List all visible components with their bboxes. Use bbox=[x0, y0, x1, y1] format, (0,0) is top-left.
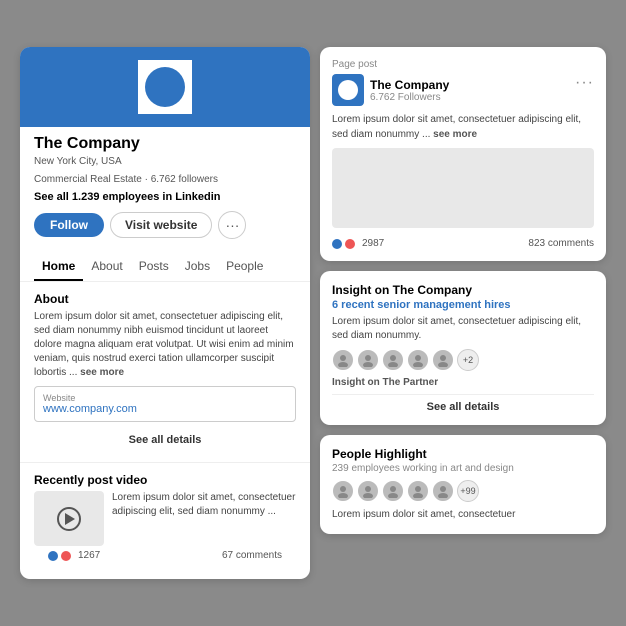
post-reaction-count: 2987 bbox=[362, 238, 384, 249]
right-cards: Page post The Company 6.762 Followers ··… bbox=[320, 47, 606, 579]
website-box: Website www.company.com bbox=[34, 386, 296, 422]
see-all-details-insight[interactable]: See all details bbox=[332, 394, 594, 413]
play-icon bbox=[65, 513, 75, 525]
people-highlight-text: Lorem ipsum dolor sit amet, consectetuer bbox=[332, 508, 594, 522]
tab-home[interactable]: Home bbox=[34, 253, 83, 281]
reaction-blue-dot bbox=[48, 551, 58, 561]
people-highlight-card: People Highlight 239 employees working i… bbox=[320, 435, 606, 534]
avatar-2 bbox=[357, 349, 379, 371]
video-comments-count: 67 comments bbox=[222, 550, 282, 561]
avatar-5 bbox=[432, 349, 454, 371]
people-avatar-row: +99 bbox=[332, 480, 594, 502]
avatar-3 bbox=[382, 349, 404, 371]
play-button[interactable] bbox=[57, 507, 81, 531]
nav-tabs: Home About Posts Jobs People bbox=[20, 253, 310, 282]
people-avatar-1 bbox=[332, 480, 354, 502]
company-name: The Company bbox=[34, 135, 296, 153]
post-text: Lorem ipsum dolor sit amet, consectetuer… bbox=[332, 112, 594, 142]
post-see-more[interactable]: see more bbox=[433, 129, 477, 140]
insight-text: Lorem ipsum dolor sit amet, consectetuer… bbox=[332, 315, 594, 343]
tab-people[interactable]: People bbox=[218, 253, 271, 281]
post-reaction-red bbox=[345, 239, 355, 249]
video-reaction-count: 1267 bbox=[78, 550, 100, 561]
tab-posts[interactable]: Posts bbox=[131, 253, 177, 281]
post-company-logo bbox=[332, 74, 364, 106]
reaction-row: 1267 bbox=[48, 550, 100, 561]
profile-info: The Company New York City, USA Commercia… bbox=[20, 127, 310, 253]
company-industry: Commercial Real Estate · 6.762 followers bbox=[34, 173, 296, 187]
about-see-more[interactable]: see more bbox=[80, 367, 124, 378]
action-buttons: Follow Visit website ··· bbox=[34, 211, 296, 239]
website-label: Website bbox=[43, 393, 287, 403]
page-post-card: Page post The Company 6.762 Followers ··… bbox=[320, 47, 606, 261]
post-reaction-blue bbox=[332, 239, 342, 249]
insight-partner: Insight on The Partner bbox=[332, 377, 594, 388]
post-company-row: The Company 6.762 Followers bbox=[332, 74, 449, 106]
video-description: Lorem ipsum dolor sit amet, consectetuer… bbox=[112, 491, 296, 519]
page-post-label: Page post bbox=[332, 59, 594, 70]
people-avatar-5 bbox=[432, 480, 454, 502]
people-avatar-plus: +99 bbox=[457, 480, 479, 502]
tab-jobs[interactable]: Jobs bbox=[177, 253, 218, 281]
follow-button[interactable]: Follow bbox=[34, 213, 104, 237]
post-footer: 2987 823 comments bbox=[332, 234, 594, 249]
about-title: About bbox=[34, 292, 296, 306]
video-content: Lorem ipsum dolor sit amet, consectetuer… bbox=[34, 491, 296, 546]
see-all-details-about[interactable]: See all details bbox=[34, 428, 296, 452]
avatar-4 bbox=[407, 349, 429, 371]
people-avatar-4 bbox=[407, 480, 429, 502]
post-company-name: The Company bbox=[370, 78, 449, 92]
company-logo-box bbox=[135, 57, 195, 117]
page-post-header: The Company 6.762 Followers ··· bbox=[332, 74, 594, 106]
left-profile-card: The Company New York City, USA Commercia… bbox=[20, 47, 310, 579]
insight-title: Insight on The Company bbox=[332, 283, 594, 297]
video-title: Recently post video bbox=[34, 473, 296, 487]
people-highlight-title: People Highlight bbox=[332, 447, 594, 461]
about-section: About Lorem ipsum dolor sit amet, consec… bbox=[20, 282, 310, 463]
avatar-plus: +2 bbox=[457, 349, 479, 371]
profile-banner bbox=[20, 47, 310, 127]
reaction-red-dot bbox=[61, 551, 71, 561]
post-logo-circle bbox=[338, 80, 358, 100]
insight-card: Insight on The Company 6 recent senior m… bbox=[320, 271, 606, 425]
insight-avatar-row: +2 bbox=[332, 349, 594, 371]
people-avatar-3 bbox=[382, 480, 404, 502]
website-link[interactable]: www.company.com bbox=[43, 403, 287, 415]
people-avatar-2 bbox=[357, 480, 379, 502]
post-comments-count: 823 comments bbox=[528, 238, 594, 249]
see-employees[interactable]: See all 1.239 employees in Linkedin bbox=[34, 191, 296, 203]
more-button[interactable]: ··· bbox=[218, 211, 246, 239]
people-highlight-sub: 239 employees working in art and design bbox=[332, 463, 594, 474]
video-thumbnail[interactable] bbox=[34, 491, 104, 546]
video-footer: 1267 67 comments bbox=[34, 546, 296, 569]
tab-about[interactable]: About bbox=[83, 253, 130, 281]
post-image bbox=[332, 148, 594, 228]
company-logo-circle bbox=[145, 67, 185, 107]
visit-website-button[interactable]: Visit website bbox=[110, 212, 212, 238]
avatar-1 bbox=[332, 349, 354, 371]
insight-subtitle: 6 recent senior management hires bbox=[332, 299, 594, 311]
company-location: New York City, USA bbox=[34, 155, 296, 169]
post-followers: 6.762 Followers bbox=[370, 92, 449, 103]
video-section: Recently post video Lorem ipsum dolor si… bbox=[20, 463, 310, 579]
about-text: Lorem ipsum dolor sit amet, consectetuer… bbox=[34, 310, 296, 380]
post-reaction-row: 2987 bbox=[332, 238, 384, 249]
post-company-info: The Company 6.762 Followers bbox=[370, 78, 449, 103]
three-dots-menu[interactable]: ··· bbox=[575, 74, 594, 92]
